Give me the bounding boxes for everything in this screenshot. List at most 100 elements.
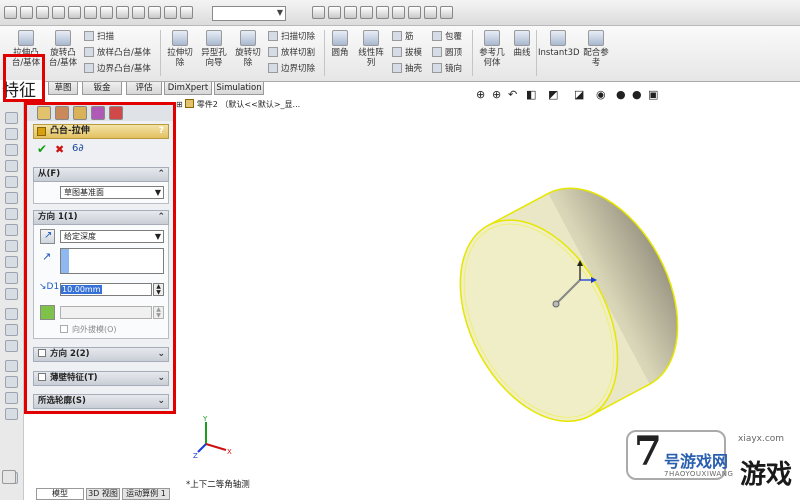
view-orientation-icon[interactable]: ◩: [548, 88, 558, 101]
circle-icon[interactable]: [376, 6, 389, 19]
revolve-cut-button[interactable]: 旋转切 除: [232, 30, 264, 68]
hole-wizard-button[interactable]: 异型孔 向导: [198, 30, 230, 68]
swept-cut-button[interactable]: 扫描切除: [268, 30, 315, 42]
tab-evaluate[interactable]: 评估: [126, 82, 162, 95]
mate-reference-button[interactable]: 配合参 考: [580, 30, 612, 68]
shell-button[interactable]: 抽壳: [392, 62, 422, 74]
boundary-cut-button[interactable]: 边界切除: [268, 62, 315, 74]
fillet-button[interactable]: 圆角: [328, 30, 352, 58]
tool-icon[interactable]: [5, 272, 18, 284]
save-icon[interactable]: [36, 6, 49, 19]
zoom-icon[interactable]: [164, 6, 177, 19]
thin-feature-section-header[interactable]: 薄壁特征(T) ⌄: [33, 371, 169, 386]
draft-angle-input[interactable]: [60, 306, 152, 319]
tab-motion-study[interactable]: 运动算例 1: [122, 488, 170, 500]
depth-spinner[interactable]: ▲ ▼: [153, 283, 164, 296]
open-icon[interactable]: [20, 6, 33, 19]
direction2-checkbox[interactable]: [38, 349, 46, 357]
draft-outward-checkbox[interactable]: 向外拔模(O): [60, 324, 117, 335]
curves-button[interactable]: 曲线: [510, 30, 534, 58]
tab-simulation[interactable]: Simulation: [214, 82, 264, 95]
collapse-icon[interactable]: ⌃: [157, 211, 165, 224]
expand-icon[interactable]: ⌄: [157, 395, 165, 408]
line-icon[interactable]: [344, 6, 357, 19]
direction2-section-header[interactable]: 方向 2(2) ⌄: [33, 347, 169, 362]
ok-button[interactable]: ✔: [37, 142, 47, 156]
tool-icon[interactable]: [5, 360, 18, 372]
depth-input[interactable]: 10.00mm: [60, 283, 152, 296]
tool-icon[interactable]: [5, 340, 18, 352]
sketch-icon[interactable]: [312, 6, 325, 19]
draft-spinner[interactable]: ▲ ▼: [153, 306, 164, 319]
tool-icon[interactable]: [5, 112, 18, 124]
tool-icon[interactable]: [5, 308, 18, 320]
reference-geometry-button[interactable]: 参考几 何体: [476, 30, 508, 68]
tool-icon[interactable]: [5, 408, 18, 420]
tab-sheet-metal[interactable]: 钣金: [82, 82, 122, 95]
offset-icon[interactable]: [440, 6, 453, 19]
previous-view-icon[interactable]: ↶: [508, 88, 517, 101]
new-icon[interactable]: [4, 6, 17, 19]
view-settings-icon[interactable]: ▣: [648, 88, 658, 101]
collapse-pane-icon[interactable]: [2, 470, 16, 484]
selected-contours-section-header[interactable]: 所选轮廓(S) ⌄: [33, 394, 169, 409]
mirror-button[interactable]: 镜向: [432, 62, 462, 74]
reverse-direction-button[interactable]: ↗: [40, 229, 55, 244]
property-manager-tab-icon[interactable]: [55, 106, 69, 120]
dome-button[interactable]: 圆顶: [432, 46, 462, 58]
end-condition-select[interactable]: 给定深度 ▼: [60, 230, 164, 243]
from-select[interactable]: 草图基准面 ▼: [60, 186, 164, 199]
print-icon[interactable]: [52, 6, 65, 19]
direction1-section-header[interactable]: 方向 1(1) ⌃: [33, 210, 169, 225]
draft-toggle-button[interactable]: [40, 305, 55, 320]
file-properties-icon[interactable]: [132, 6, 145, 19]
tab-sketch[interactable]: 草图: [48, 82, 78, 95]
tool-icon[interactable]: [5, 176, 18, 188]
tab-3d-view[interactable]: 3D 视图: [86, 488, 120, 500]
arc-icon[interactable]: [392, 6, 405, 19]
scene-icon[interactable]: ●: [632, 88, 642, 101]
revolve-boss-button[interactable]: 旋转凸 台/基体: [46, 30, 80, 68]
cancel-button[interactable]: ✖: [55, 143, 64, 156]
display-tab-icon[interactable]: [109, 106, 123, 120]
select-icon[interactable]: [100, 6, 113, 19]
rotate-icon[interactable]: [180, 6, 193, 19]
tool-icon[interactable]: [5, 240, 18, 252]
hide-show-icon[interactable]: ◉: [596, 88, 606, 101]
tool-icon[interactable]: [5, 324, 18, 336]
zoom-area-icon[interactable]: ⊕: [492, 88, 501, 101]
tool-icon[interactable]: [5, 392, 18, 404]
detailed-preview-button[interactable]: 6∂: [72, 143, 84, 154]
rib-button[interactable]: 筋: [392, 30, 414, 42]
tab-model[interactable]: 模型: [36, 488, 84, 500]
thin-feature-checkbox[interactable]: [38, 373, 46, 381]
sweep-button[interactable]: 扫描: [84, 30, 114, 42]
tool-icon[interactable]: [5, 144, 18, 156]
spline-icon[interactable]: [408, 6, 421, 19]
tool-icon[interactable]: [5, 256, 18, 268]
linear-pattern-button[interactable]: 线性阵 列: [354, 30, 388, 68]
tool-icon[interactable]: [5, 128, 18, 140]
tab-dimxpert[interactable]: DimXpert: [164, 82, 212, 95]
appearance-icon[interactable]: ●: [616, 88, 626, 101]
instant3d-button[interactable]: Instant3D: [538, 30, 580, 58]
wrap-button[interactable]: 包覆: [432, 30, 462, 42]
tool-icon[interactable]: [5, 160, 18, 172]
trim-icon[interactable]: [424, 6, 437, 19]
options-icon[interactable]: [148, 6, 161, 19]
help-icon[interactable]: ?: [159, 125, 164, 138]
tool-icon[interactable]: [5, 224, 18, 236]
rebuild-icon[interactable]: [116, 6, 129, 19]
tool-icon[interactable]: [5, 208, 18, 220]
undo-icon[interactable]: [68, 6, 81, 19]
tool-icon[interactable]: [5, 288, 18, 300]
direction-reference-box[interactable]: [60, 248, 164, 274]
extrude-cut-button[interactable]: 拉伸切 除: [164, 30, 196, 68]
loft-boss-button[interactable]: 放样凸台/基体: [84, 46, 151, 58]
dimxpert-tab-icon[interactable]: [91, 106, 105, 120]
collapse-icon[interactable]: ⌃: [157, 168, 165, 181]
tree-root-label[interactable]: 零件2 （默认<<默认>_显...: [197, 100, 300, 109]
expand-icon[interactable]: ⌄: [157, 372, 165, 385]
from-section-header[interactable]: 从(F) ⌃: [33, 167, 169, 182]
tool-icon[interactable]: [5, 192, 18, 204]
